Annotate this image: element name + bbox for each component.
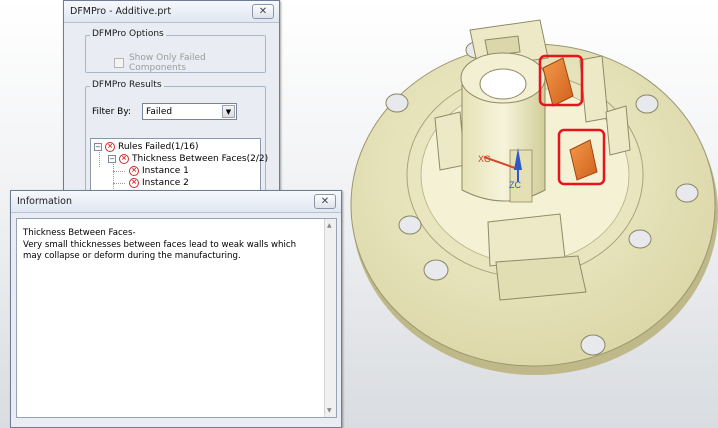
scroll-up-icon[interactable]: ▲ xyxy=(327,222,332,229)
tree-row-instance-1[interactable]: × Instance 1 xyxy=(129,165,189,177)
results-group-title: DFMPro Results xyxy=(90,80,164,90)
tree-row-rules-failed[interactable]: − × Rules Failed(1/16) xyxy=(94,141,199,153)
tree-label-instance-1: Instance 1 xyxy=(142,166,189,176)
dfmpro-titlebar[interactable]: DFMPro - Additive.prt ✕ xyxy=(64,1,279,23)
filter-label: Filter By: xyxy=(92,107,132,117)
fail-x-icon: × xyxy=(129,178,139,188)
collapse-icon[interactable]: − xyxy=(108,155,116,163)
fail-x-icon: × xyxy=(105,142,115,152)
show-failed-checkbox[interactable] xyxy=(114,58,124,68)
fail-x-icon: × xyxy=(119,154,129,164)
axis-zc-label: ZC xyxy=(509,180,521,190)
axis-xc-label: XC xyxy=(478,154,491,164)
collapse-icon[interactable]: − xyxy=(94,143,102,151)
information-dialog: Information ✕ Thickness Between Faces- V… xyxy=(10,190,342,428)
results-tree[interactable]: − × Rules Failed(1/16) − × Thickness Bet… xyxy=(90,138,268,198)
dfmpro-results-group: DFMPro Results Filter By: Failed ▼ − × R… xyxy=(85,80,268,198)
info-titlebar[interactable]: Information ✕ xyxy=(11,191,341,213)
tree-label-rules-failed: Rules Failed(1/16) xyxy=(118,142,199,152)
info-title: Information xyxy=(17,196,72,207)
dfmpro-title: DFMPro - Additive.prt xyxy=(70,6,172,17)
info-message: Thickness Between Faces- Very small thic… xyxy=(23,228,323,263)
close-icon: ✕ xyxy=(320,195,330,207)
info-line-1: Very small thicknesses between faces lea… xyxy=(23,239,297,250)
tree-label-instance-2: Instance 2 xyxy=(142,178,189,188)
dfmpro-options-group: DFMPro Options Show Only Failed Componen… xyxy=(85,29,266,73)
dfmpro-dialog: DFMPro - Additive.prt ✕ DFMPro Options S… xyxy=(63,0,280,198)
chevron-down-icon[interactable]: ▼ xyxy=(222,105,235,118)
scroll-down-icon[interactable]: ▼ xyxy=(327,407,332,414)
tree-row-instance-2[interactable]: × Instance 2 xyxy=(129,177,189,189)
show-failed-row: Show Only Failed Components xyxy=(114,53,265,73)
tree-label-rule: Thickness Between Faces(2/2) xyxy=(132,154,269,164)
filter-select-value: Failed xyxy=(146,107,173,117)
options-group-title: DFMPro Options xyxy=(90,29,166,39)
part-hub xyxy=(460,52,546,203)
info-close-button[interactable]: ✕ xyxy=(314,194,336,209)
close-icon: ✕ xyxy=(258,5,268,17)
info-text-area[interactable]: Thickness Between Faces- Very small thic… xyxy=(16,218,337,418)
show-failed-label: Show Only Failed Components xyxy=(128,53,206,73)
dfmpro-close-button[interactable]: ✕ xyxy=(252,4,274,19)
filter-select[interactable]: Failed ▼ xyxy=(142,103,237,120)
info-heading: Thickness Between Faces- xyxy=(23,228,136,238)
tree-row-rule[interactable]: − × Thickness Between Faces(2/2) xyxy=(108,153,268,165)
info-scrollbar[interactable]: ▲ ▼ xyxy=(324,219,336,417)
fail-x-icon: × xyxy=(129,166,139,176)
info-line-2: may collapse or deform during the manufa… xyxy=(23,251,241,261)
